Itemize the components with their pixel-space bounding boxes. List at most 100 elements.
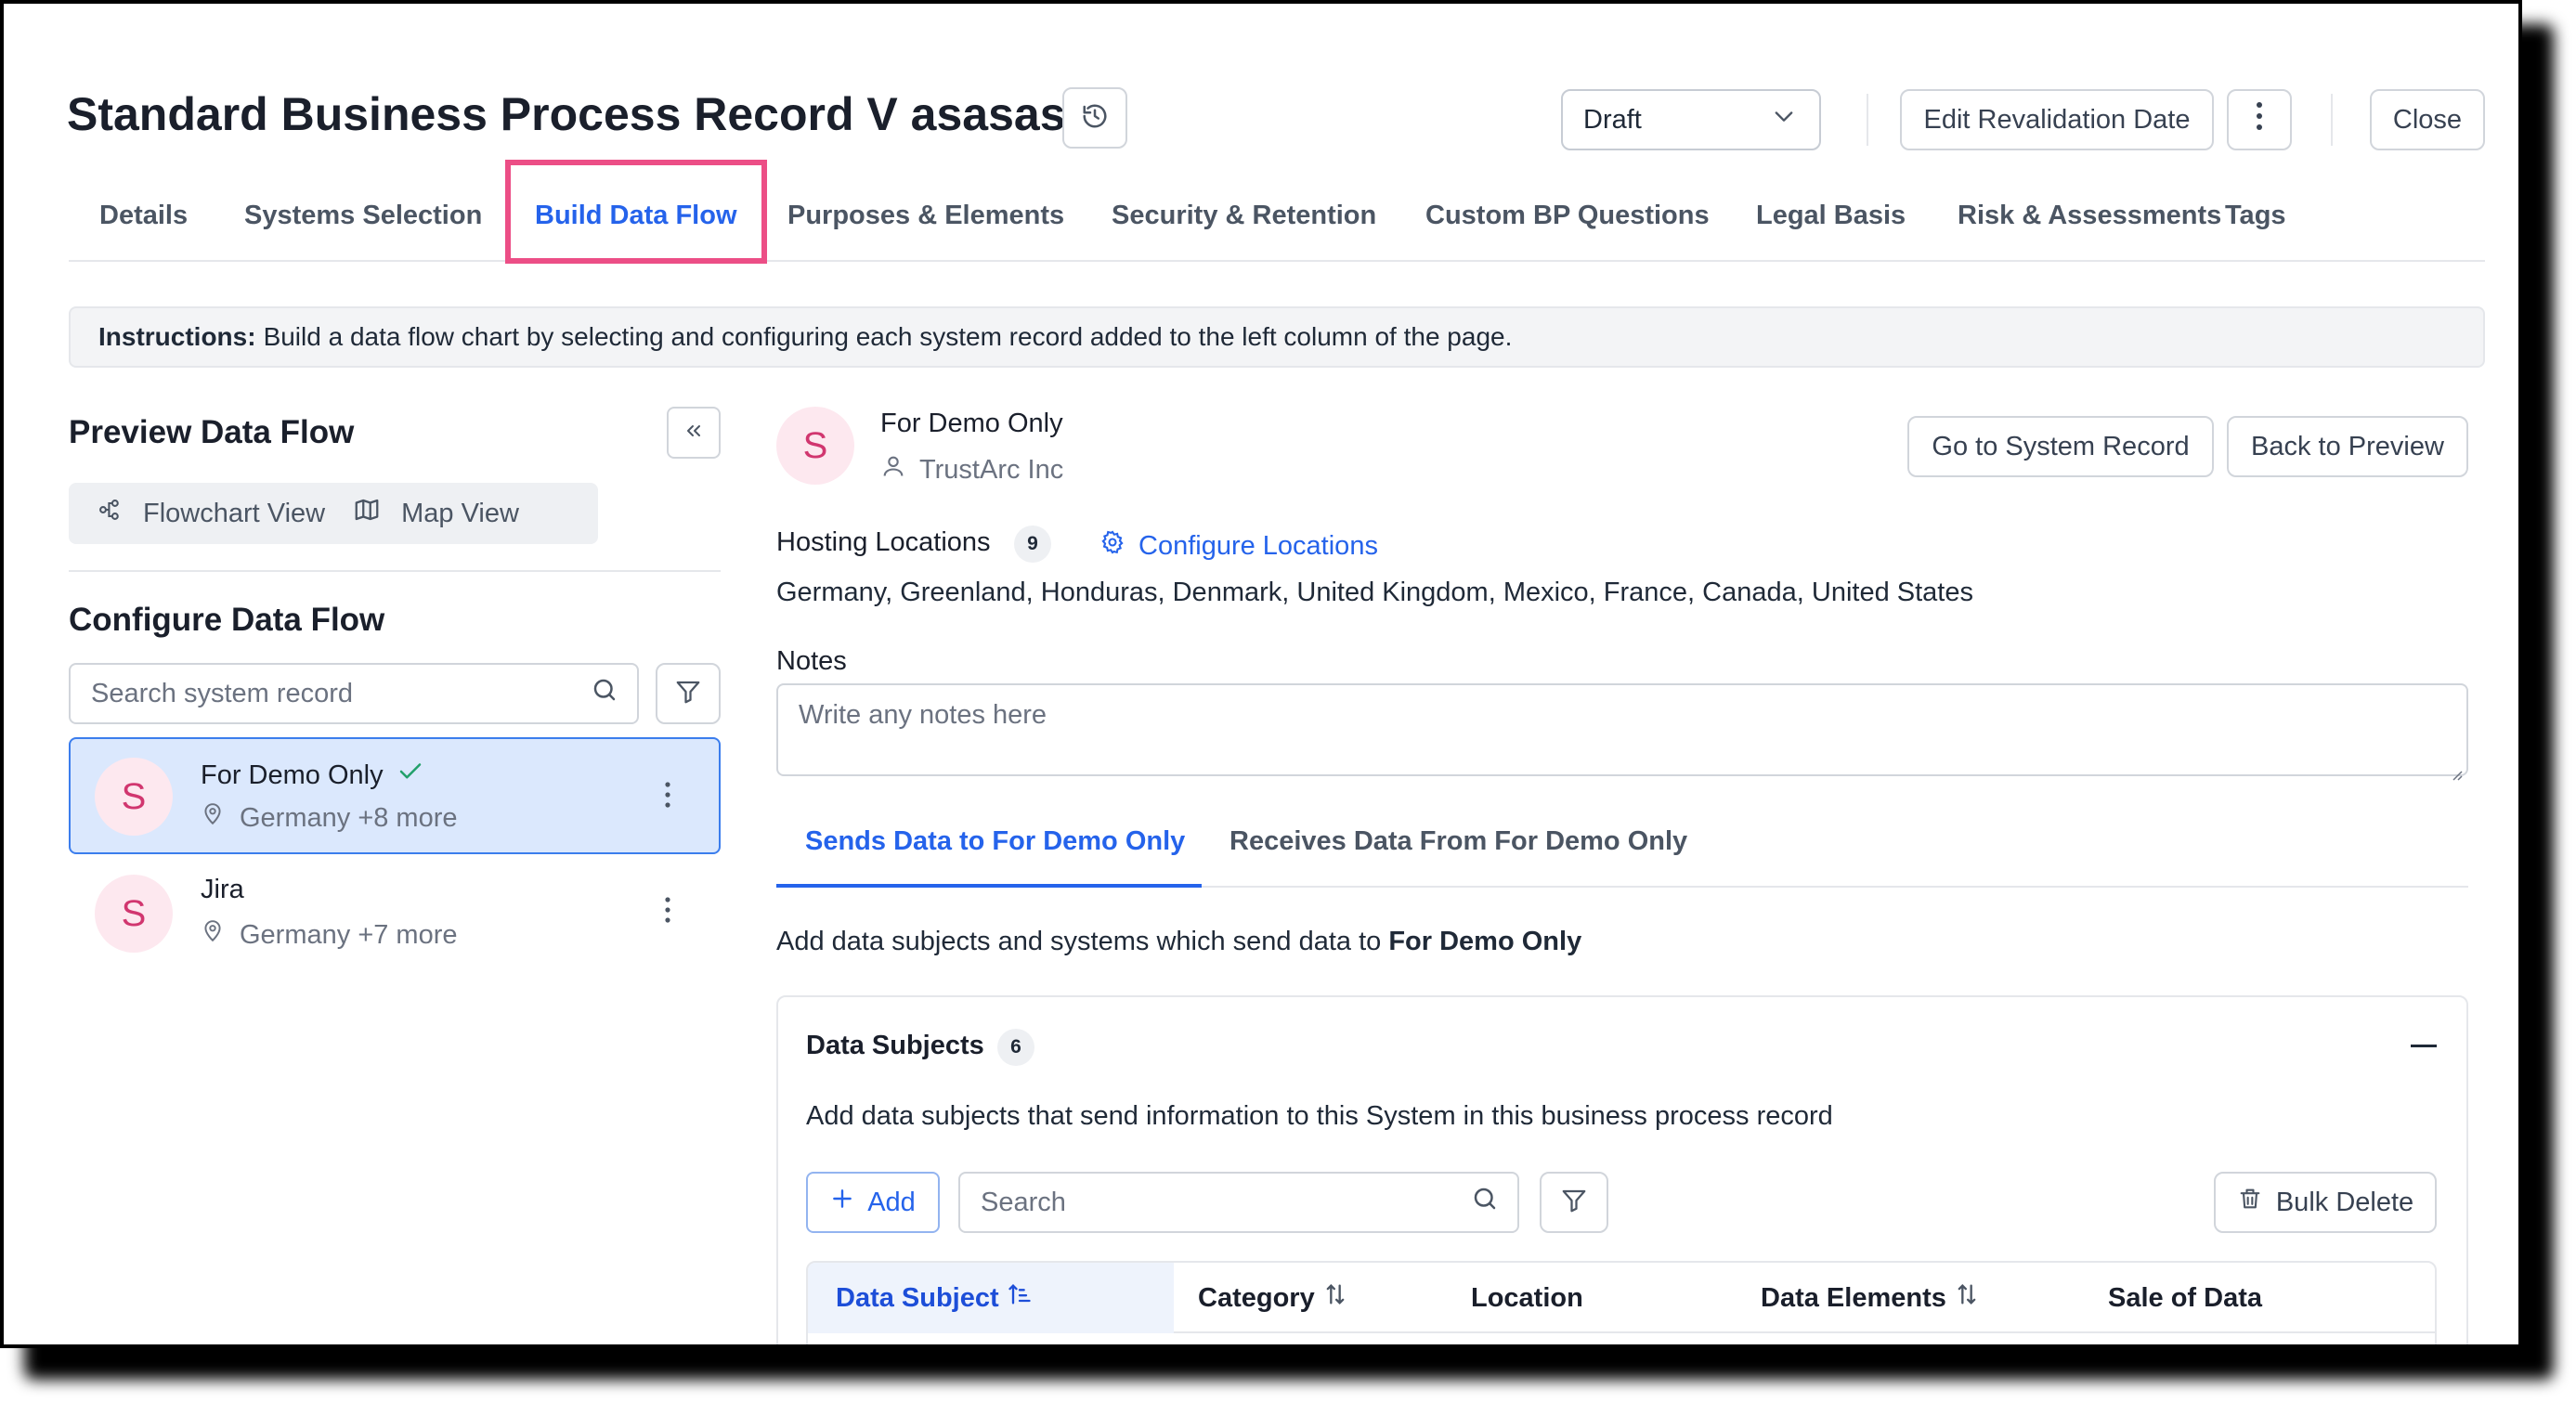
notes-label: Notes — [776, 646, 847, 676]
tab-highlight-box — [505, 160, 767, 264]
map-pin-icon — [201, 919, 225, 951]
system-record-item[interactable]: S Jira Germany +7 more — [69, 854, 721, 971]
system-org: TrustArc Inc — [919, 454, 1064, 485]
bulk-delete-button[interactable]: Bulk Delete — [2214, 1172, 2437, 1233]
data-subjects-title: Data Subjects — [806, 1031, 984, 1060]
add-data-subject-button[interactable]: Add — [806, 1172, 940, 1233]
hosting-count-badge: 9 — [1014, 526, 1051, 563]
column-label: Sale of Data — [2108, 1282, 2262, 1313]
tab-receives-data[interactable]: Receives Data From For Demo Only — [1229, 826, 1687, 857]
map-pin-icon — [201, 802, 225, 834]
record-location-row: Germany +7 more — [201, 919, 458, 951]
status-select[interactable]: Draft — [1561, 89, 1821, 150]
data-subjects-search-input[interactable]: Search — [958, 1172, 1519, 1233]
configure-data-flow-title: Configure Data Flow — [69, 602, 385, 638]
more-vertical-icon — [664, 781, 671, 813]
hosting-locations-list: Germany, Greenland, Honduras, Denmark, U… — [776, 578, 1973, 607]
notes-textarea[interactable]: Write any notes here — [776, 683, 2468, 781]
map-view-label: Map View — [401, 498, 519, 528]
tab-security-retention[interactable]: Security & Retention — [1112, 201, 1376, 231]
back-to-preview-button[interactable]: Back to Preview — [2227, 416, 2468, 477]
chevron-down-icon — [1771, 103, 1797, 136]
check-icon — [397, 758, 424, 793]
instructions-banner: Instructions: Build a data flow chart by… — [69, 306, 2485, 368]
filter-icon — [674, 678, 702, 710]
tab-sends-data[interactable]: Sends Data to For Demo Only — [805, 826, 1185, 857]
column-header-category[interactable]: Category — [1198, 1263, 1348, 1333]
record-name: For Demo Only — [201, 759, 384, 790]
configure-locations-link[interactable]: Configure Locations — [1099, 529, 1378, 563]
collapse-minus-icon[interactable] — [2411, 1045, 2437, 1047]
resize-handle-icon[interactable] — [2450, 758, 2463, 781]
data-subjects-filter-button[interactable] — [1540, 1172, 1608, 1233]
add-label: Add — [867, 1187, 916, 1217]
record-menu-button[interactable] — [654, 893, 682, 930]
trash-icon — [2237, 1186, 2263, 1219]
notes-placeholder: Write any notes here — [799, 700, 1047, 730]
tab-systems-selection[interactable]: Systems Selection — [244, 201, 482, 231]
system-avatar: S — [776, 407, 854, 485]
active-tab-indicator — [776, 884, 1202, 888]
gear-icon — [1099, 529, 1125, 563]
record-location: Germany +7 more — [240, 919, 458, 950]
tab-purposes-elements[interactable]: Purposes & Elements — [787, 201, 1064, 231]
header-divider — [1867, 94, 1868, 146]
column-label: Category — [1198, 1282, 1315, 1313]
tab-tags[interactable]: Tags — [2225, 201, 2286, 231]
filter-icon — [1560, 1187, 1588, 1219]
instructions-text: Build a data flow chart by selecting and… — [263, 322, 1513, 351]
column-header-data-elements[interactable]: Data Elements — [1761, 1263, 1980, 1333]
column-header-data-subject[interactable]: Data Subject — [808, 1263, 1174, 1333]
left-divider — [69, 570, 721, 572]
go-to-system-record-button[interactable]: Go to System Record — [1907, 416, 2214, 477]
filter-button[interactable] — [656, 663, 721, 724]
search-icon — [1471, 1185, 1499, 1220]
data-subjects-count-badge: 6 — [997, 1029, 1034, 1066]
view-toggle: Flowchart View Map View — [69, 483, 598, 544]
data-subjects-table: Data Subject Category Location Data Elem… — [806, 1261, 2437, 1344]
collapse-panel-button[interactable] — [667, 407, 721, 459]
record-tabs: Details Systems Selection Build Data Flo… — [69, 182, 2485, 262]
user-icon — [880, 453, 906, 487]
system-name: For Demo Only — [880, 409, 1063, 438]
edit-revalidation-date-button[interactable]: Edit Revalidation Date — [1900, 89, 2214, 150]
system-org-row: TrustArc Inc — [880, 453, 1063, 487]
more-vertical-icon — [2255, 100, 2264, 139]
more-actions-button[interactable] — [2227, 89, 2292, 150]
record-location-row: Germany +8 more — [201, 802, 458, 834]
map-icon — [353, 496, 381, 531]
flow-description-system: For Demo Only — [1388, 927, 1582, 956]
flowchart-view-button[interactable]: Flowchart View — [69, 497, 325, 530]
column-label: Data Elements — [1761, 1282, 1946, 1313]
avatar: S — [95, 758, 173, 836]
flow-direction-tabs: Sends Data to For Demo Only Receives Dat… — [776, 808, 2468, 888]
configure-locations-label: Configure Locations — [1138, 530, 1378, 561]
system-record-search-input[interactable]: Search system record — [69, 663, 639, 724]
status-value: Draft — [1583, 104, 1642, 135]
avatar: S — [95, 875, 173, 953]
column-header-location[interactable]: Location — [1471, 1263, 1583, 1333]
map-view-button[interactable]: Map View — [325, 496, 519, 531]
flow-description: Add data subjects and systems which send… — [776, 927, 1581, 957]
close-button[interactable]: Close — [2370, 89, 2485, 150]
chevrons-left-icon — [683, 420, 705, 447]
tab-risk-assessments[interactable]: Risk & Assessments — [1958, 201, 2221, 231]
app-window: Standard Business Process Record V asasa… — [0, 0, 2522, 1348]
instructions-label: Instructions: — [98, 322, 256, 351]
column-label: Data Subject — [836, 1282, 999, 1313]
history-button[interactable] — [1062, 87, 1127, 149]
system-record-item[interactable]: S For Demo Only Germany +8 more — [69, 737, 721, 854]
record-location: Germany +8 more — [240, 802, 458, 833]
tab-legal-basis[interactable]: Legal Basis — [1756, 201, 1906, 231]
data-subjects-description: Add data subjects that send information … — [806, 1101, 1833, 1131]
column-header-sale-of-data[interactable]: Sale of Data — [2108, 1263, 2262, 1333]
tab-custom-bp-questions[interactable]: Custom BP Questions — [1425, 201, 1710, 231]
record-name-row: Jira — [201, 875, 244, 905]
record-menu-button[interactable] — [654, 778, 682, 815]
tab-details[interactable]: Details — [99, 201, 188, 231]
more-vertical-icon — [664, 896, 671, 928]
search-icon — [591, 676, 618, 711]
flowchart-icon — [97, 497, 123, 530]
sort-icon — [1322, 1281, 1348, 1315]
hosting-locations-label: Hosting Locations — [776, 527, 991, 557]
